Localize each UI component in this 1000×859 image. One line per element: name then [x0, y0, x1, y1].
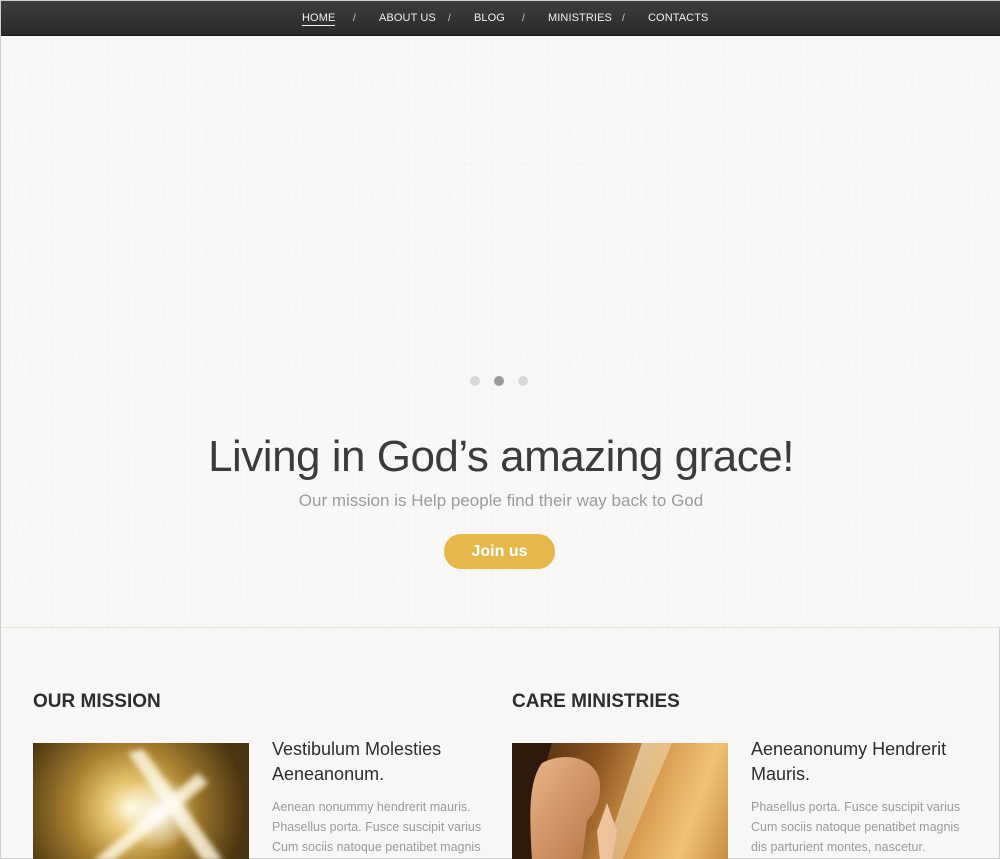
nav-item-contacts[interactable]: CONTACTS — [648, 12, 708, 24]
join-us-button[interactable]: Join us — [444, 534, 555, 569]
nav-separator: / — [353, 13, 356, 24]
nav-item-ministries[interactable]: MINISTRIES — [548, 12, 612, 24]
nav-separator: / — [622, 13, 625, 24]
nav-list: HOME / ABOUT US / BLOG / MINISTRIES / CO… — [1, 1, 1000, 36]
care-ministries-heading: CARE MINISTRIES — [512, 691, 680, 712]
care-item-title[interactable]: Aeneanonumy Hendrerit Mauris. — [751, 737, 971, 787]
nav-separator: / — [448, 13, 451, 24]
slider-dot-3[interactable] — [518, 376, 528, 386]
cross-image — [33, 743, 249, 859]
top-navigation: HOME / ABOUT US / BLOG / MINISTRIES / CO… — [1, 1, 1000, 36]
hero-title: Living in God’s amazing grace! — [208, 432, 794, 481]
nav-item-blog[interactable]: BLOG — [474, 12, 505, 24]
our-mission-heading: OUR MISSION — [33, 691, 161, 712]
nav-item-home[interactable]: HOME — [302, 12, 336, 26]
nav-item-about-us[interactable]: ABOUT US — [379, 12, 436, 24]
cross-icon — [95, 749, 222, 859]
slider-dot-1[interactable] — [470, 376, 480, 386]
slider-dot-2[interactable] — [494, 376, 504, 386]
nav-separator: / — [522, 13, 525, 24]
mission-item-title[interactable]: Vestibulum Molesties Aeneanonum. — [272, 737, 492, 787]
hero-slider: Living in God’s amazing grace! Our missi… — [1, 36, 1000, 628]
mission-item-text: Aenean nonummy hendrerit mauris. Phasell… — [272, 800, 482, 854]
hero-subtitle: Our mission is Help people find their wa… — [298, 491, 704, 510]
care-item-text: Phasellus porta. Fusce suscipit varius C… — [751, 800, 961, 854]
praying-person-icon — [512, 743, 672, 859]
praying-woman-image — [512, 743, 728, 859]
